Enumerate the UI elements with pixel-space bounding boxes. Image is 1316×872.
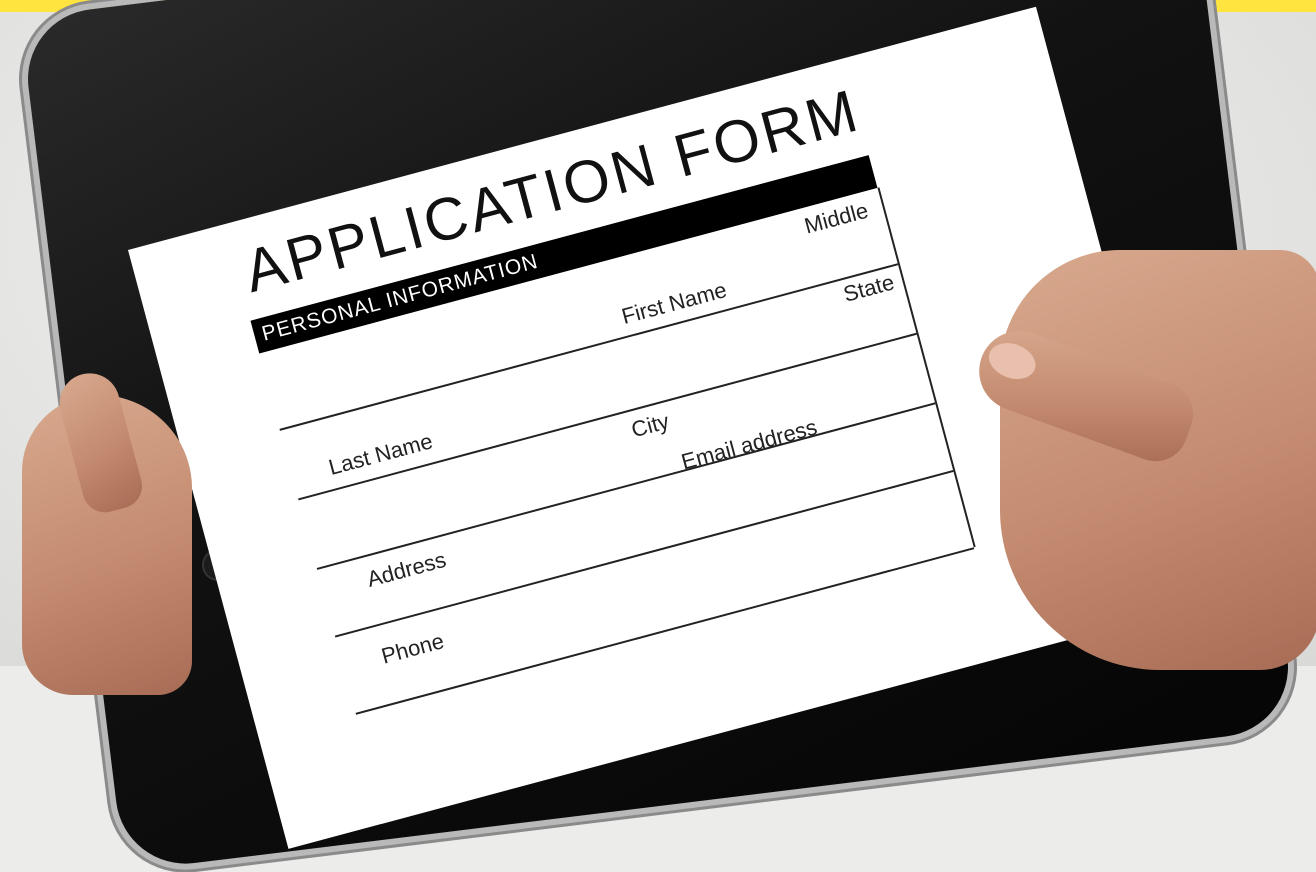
label-state: State bbox=[840, 269, 897, 307]
label-address: Address bbox=[364, 546, 449, 592]
thumb-nail bbox=[983, 336, 1041, 386]
photo-scene: APPLICATION FORM PERSONAL INFORMATION Mi… bbox=[0, 0, 1316, 872]
label-city: City bbox=[628, 408, 672, 443]
label-phone: Phone bbox=[378, 628, 447, 669]
